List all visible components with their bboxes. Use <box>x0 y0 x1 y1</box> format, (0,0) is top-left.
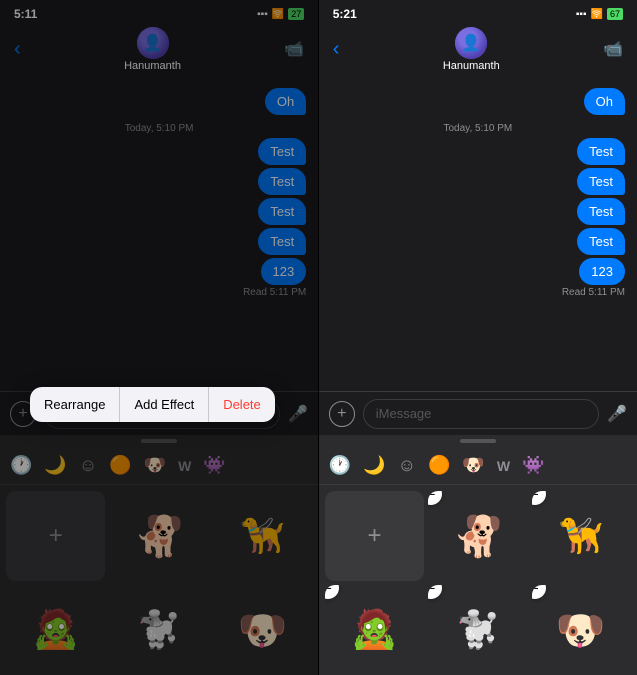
remove-badge-3-right[interactable]: − <box>325 585 339 599</box>
battery-icon-right: 67 <box>607 8 623 20</box>
dog-sticker-icon-3-right: 🐩 <box>455 609 500 651</box>
wifi-icon-right: 🛜 <box>591 9 603 20</box>
sticker-dog-3-right[interactable]: 🐩 − <box>428 585 527 675</box>
avatar-right <box>455 27 487 59</box>
message-123-right: 123 <box>579 258 625 285</box>
message-test-3-right: Test <box>577 198 625 225</box>
video-call-button-right[interactable]: 📹 <box>603 39 623 59</box>
message-input-right[interactable]: iMessage <box>363 399 599 429</box>
minus-icon-1-right: − <box>428 491 435 502</box>
sticker-character-right[interactable]: 🧟 − <box>325 585 424 675</box>
remove-badge-1-right[interactable]: − <box>428 491 442 505</box>
sticker-grid-right: + 🐕 − 🦮 − 🧟 − 🐩 <box>319 485 637 675</box>
character-sticker-icon-right: 🧟 <box>351 608 398 652</box>
tab-clock-right[interactable]: 🕐 <box>329 455 351 476</box>
dog-sticker-icon-4-right: 🐶 <box>556 607 606 654</box>
message-test-1-right: Test <box>577 138 625 165</box>
plus-icon-right: + <box>337 405 346 423</box>
status-icons-right: ▪▪▪ 🛜 67 <box>576 8 623 20</box>
contact-info-right: Hanumanth <box>443 27 500 72</box>
minus-icon-3-right: − <box>325 585 332 596</box>
remove-badge-4-right[interactable]: − <box>428 585 442 599</box>
nav-header-right: ‹ Hanumanth 📹 <box>319 24 637 76</box>
contact-name-right: Hanumanth <box>443 60 500 72</box>
rearrange-button[interactable]: Rearrange <box>30 387 120 422</box>
tab-reddit-right[interactable]: 👾 <box>522 455 544 476</box>
timestamp-right: Today, 5:10 PM <box>331 123 625 134</box>
sticker-tabs-right: 🕐 🌙 ☺ 🟠 🐶 W 👾 <box>319 445 637 485</box>
messages-area-right: Oh Today, 5:10 PM Test Test Test Test 12… <box>319 76 637 391</box>
left-panel: 5:11 ▪▪▪ 🛜 27 ‹ Hanumanth 📹 Oh Today, 5:… <box>0 0 318 675</box>
remove-badge-5-right[interactable]: − <box>532 585 546 599</box>
input-plus-button-right[interactable]: + <box>329 401 355 427</box>
sticker-add-button-right[interactable]: + <box>325 491 424 581</box>
read-receipt-right: Read 5:11 PM <box>331 287 625 298</box>
right-panel: 5:21 ▪▪▪ 🛜 67 ‹ Hanumanth 📹 Oh Today, 5:… <box>319 0 637 675</box>
context-menu: Rearrange Add Effect Delete <box>30 387 275 422</box>
input-bar-right: + iMessage 🎤 <box>319 391 637 435</box>
signal-icon-right: ▪▪▪ <box>576 9 587 20</box>
tab-smile-right[interactable]: ☺ <box>398 455 416 476</box>
sticker-dog-2-right[interactable]: 🦮 − <box>532 491 631 581</box>
mic-button-right[interactable]: 🎤 <box>607 404 627 424</box>
tab-moon-right[interactable]: 🌙 <box>363 455 385 476</box>
avatar-image-right <box>455 27 487 59</box>
remove-badge-2-right[interactable]: − <box>532 491 546 505</box>
dog-sticker-icon-2-right: 🦮 <box>559 515 604 557</box>
dog-sticker-icon-1-right: 🐕 <box>453 513 503 560</box>
message-bubble-oh-right: Oh <box>584 88 625 115</box>
tab-orange-right[interactable]: 🟠 <box>428 455 450 476</box>
status-bar-right: 5:21 ▪▪▪ 🛜 67 <box>319 0 637 24</box>
sticker-dog-4-right[interactable]: 🐶 − <box>532 585 631 675</box>
minus-icon-2-right: − <box>532 491 539 502</box>
message-test-4-right: Test <box>577 228 625 255</box>
pull-indicator-right <box>460 439 496 443</box>
tab-wiki-right[interactable]: W <box>497 458 510 474</box>
back-button-right[interactable]: ‹ <box>333 38 340 61</box>
panel-overlay <box>0 0 318 675</box>
status-time-right: 5:21 <box>333 7 357 21</box>
minus-icon-5-right: − <box>532 585 539 596</box>
message-test-2-right: Test <box>577 168 625 195</box>
delete-button[interactable]: Delete <box>209 387 275 422</box>
minus-icon-4-right: − <box>428 585 435 596</box>
sticker-panel-right: 🕐 🌙 ☺ 🟠 🐶 W 👾 + 🐕 − 🦮 − <box>319 435 637 675</box>
add-effect-button[interactable]: Add Effect <box>120 387 209 422</box>
tab-dog-active-right[interactable]: 🐶 <box>462 455 484 476</box>
input-placeholder-right: iMessage <box>376 406 432 421</box>
add-sticker-icon-right: + <box>367 522 381 550</box>
sticker-dog-1-right[interactable]: 🐕 − <box>428 491 527 581</box>
